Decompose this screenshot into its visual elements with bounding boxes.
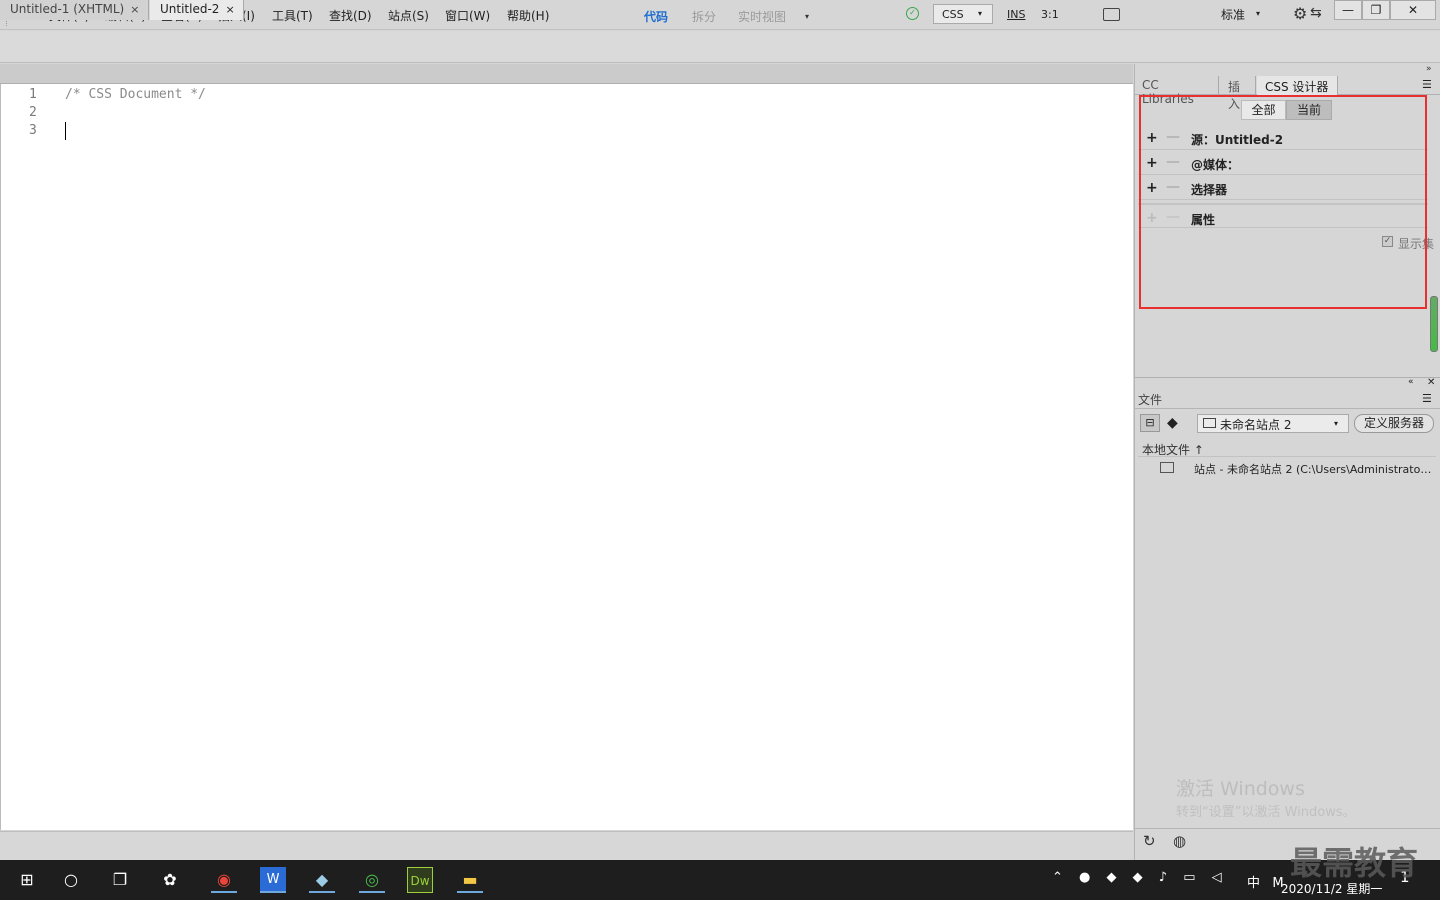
panel-tabs: CC Libraries 插入 CSS 设计器 (1134, 76, 1440, 111)
tab-label: Untitled-1 (XHTML) (10, 2, 125, 16)
chevron-down-icon[interactable]: ▾ (978, 9, 982, 18)
site-select[interactable]: 未命名站点 2 (1197, 414, 1349, 433)
document-toolbar (0, 31, 1440, 63)
preview-icon[interactable] (1103, 8, 1120, 21)
menu-tools[interactable]: 工具(T) (272, 7, 313, 24)
tab-files[interactable]: 文件 (1138, 391, 1162, 408)
line-number: 1 (29, 87, 37, 102)
connect-icon[interactable]: ⊟ (1140, 414, 1160, 432)
divider (1134, 828, 1440, 829)
files-panel-header (1134, 377, 1440, 389)
text-caret (65, 122, 66, 140)
tab-untitled-1[interactable]: Untitled-1 (XHTML) × (0, 0, 149, 20)
language-select[interactable]: CSS (933, 4, 993, 24)
sync-icon[interactable]: ⇆ (1310, 5, 1322, 21)
divider (1138, 456, 1436, 457)
tab-cc-libraries[interactable]: CC Libraries (1134, 76, 1219, 106)
close-button[interactable]: ✕ (1390, 0, 1436, 20)
line-number: 3 (29, 123, 37, 138)
close-icon[interactable]: × (130, 3, 139, 16)
view-code-button[interactable]: 代码 (644, 8, 668, 25)
menu-window[interactable]: 窗口(W) (445, 7, 490, 24)
app-icon[interactable]: ✿ (157, 867, 183, 893)
status-bar (0, 831, 1133, 859)
view-live-button[interactable]: 实时视图 (738, 8, 786, 25)
gear-icon[interactable]: ⚙ (1293, 4, 1307, 23)
windows-start-icon[interactable]: ⊞ (14, 867, 40, 893)
close-icon[interactable]: ✕ (1427, 377, 1435, 388)
cursor-position: 3:1 (1041, 8, 1059, 21)
refresh-icon[interactable]: ↻ (1143, 832, 1156, 850)
wps-icon[interactable]: W (260, 867, 286, 893)
insert-mode[interactable]: INS (1007, 8, 1025, 21)
chrome-icon[interactable]: ◉ (211, 867, 237, 893)
site-root-item[interactable]: 站点 - 未命名站点 2 (C:\Users\Administrator\... (1194, 461, 1434, 477)
tab-untitled-2[interactable]: Untitled-2 × (150, 0, 244, 20)
code-line[interactable]: /* CSS Document */ (65, 87, 206, 102)
restore-button[interactable]: ❐ (1362, 0, 1390, 20)
watermark: 最需教育 (1290, 844, 1419, 882)
collapse-icon[interactable]: « (1408, 377, 1414, 387)
activation-title: 激活 Windows (1176, 778, 1305, 800)
chevron-down-icon[interactable]: ▾ (1256, 9, 1260, 18)
folder-icon (1160, 462, 1174, 473)
menu-help[interactable]: 帮助(H) (507, 7, 549, 24)
tab-label: Untitled-2 (160, 2, 220, 16)
panel-menu-icon[interactable]: ☰ (1422, 78, 1432, 91)
activation-subtitle: 转到“设置”以激活 Windows。 (1176, 805, 1356, 820)
ime-indicator[interactable]: 中 M (1247, 872, 1284, 891)
tab-css-designer[interactable]: CSS 设计器 (1257, 76, 1338, 95)
minimize-button[interactable]: — (1334, 0, 1362, 20)
check-icon[interactable]: ✓ (906, 7, 919, 20)
file-explorer-icon[interactable]: ▬ (457, 867, 483, 893)
divider (1134, 408, 1440, 409)
chevron-down-icon[interactable]: ▾ (805, 12, 809, 21)
chevron-down-icon[interactable]: ▾ (1334, 419, 1338, 428)
scrollbar-thumb[interactable] (1430, 296, 1438, 352)
folder-icon (1203, 418, 1216, 428)
define-server-button[interactable]: 定义服务器 (1354, 414, 1434, 433)
system-tray-icons[interactable]: ⌃ ● ◆ ◆ ♪ ▭ ◁ (1052, 870, 1228, 885)
code-editor[interactable]: 1 2 3 /* CSS Document */ (0, 84, 1133, 830)
panel-menu-icon[interactable]: ☰ (1422, 392, 1432, 405)
cortana-icon[interactable]: ○ (58, 867, 84, 893)
highlight-box (1139, 95, 1427, 309)
task-view-icon[interactable]: ❐ (107, 867, 133, 893)
line-number: 2 (29, 105, 37, 120)
menu-site[interactable]: 站点(S) (388, 7, 429, 24)
app-icon[interactable]: ◆ (309, 867, 335, 893)
browser-icon[interactable]: ◎ (359, 867, 385, 893)
dreamweaver-taskbar-icon[interactable]: Dw (407, 867, 433, 893)
tab-insert[interactable]: 插入 (1220, 76, 1256, 111)
close-icon[interactable]: × (225, 3, 234, 16)
view-split-button[interactable]: 拆分 (692, 8, 716, 25)
git-icon[interactable]: ◆ (1167, 415, 1178, 431)
menu-find[interactable]: 查找(D) (329, 7, 372, 24)
globe-icon[interactable]: ◍ (1173, 832, 1186, 850)
collapse-icon[interactable]: » (1426, 64, 1432, 74)
document-tabs (0, 64, 1133, 84)
workspace-switcher[interactable]: 标准 (1221, 6, 1245, 23)
